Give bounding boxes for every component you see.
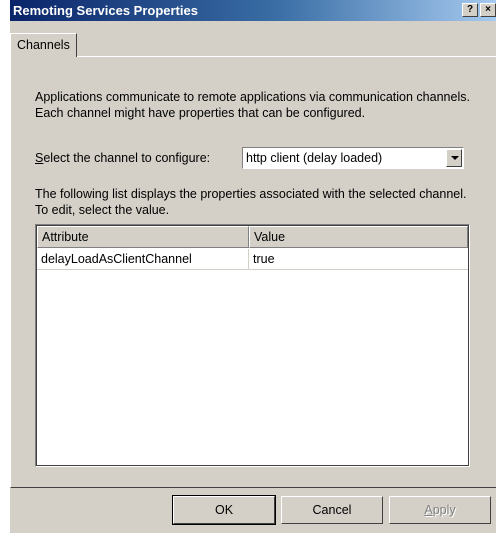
apply-button[interactable]: Apply xyxy=(389,496,491,524)
tab-channels[interactable]: Channels xyxy=(10,33,77,57)
column-header-value[interactable]: Value xyxy=(249,226,468,248)
window-title: Remoting Services Properties xyxy=(13,3,198,18)
apply-button-rest: pply xyxy=(432,503,456,517)
title-bar[interactable]: Remoting Services Properties ? × xyxy=(10,0,496,21)
channel-select[interactable]: http client (delay loaded) xyxy=(242,147,464,169)
apply-button-accel: A xyxy=(424,503,433,517)
channel-select-label: Select the channel to configure: xyxy=(35,151,210,165)
channel-select-value: http client (delay loaded) xyxy=(246,151,383,165)
table-row[interactable]: delayLoadAsClientChannel true xyxy=(37,249,468,270)
cancel-button[interactable]: Cancel xyxy=(281,496,383,524)
row-value-cell[interactable]: true xyxy=(249,249,468,269)
column-header-attribute[interactable]: Attribute xyxy=(37,226,249,248)
properties-list-header: Attribute Value xyxy=(37,226,468,248)
channels-description: Applications communicate to remote appli… xyxy=(35,90,470,120)
properties-list-description: The following list displays the properti… xyxy=(35,187,467,217)
properties-list[interactable]: Attribute Value delayLoadAsClientChannel… xyxy=(35,224,470,467)
chevron-down-icon[interactable] xyxy=(446,149,462,167)
title-buttons: ? × xyxy=(460,3,496,17)
channel-select-label-rest: elect the channel to configure: xyxy=(43,151,211,165)
close-button[interactable]: × xyxy=(480,3,496,17)
row-attribute-cell: delayLoadAsClientChannel xyxy=(37,249,249,269)
ok-button[interactable]: OK xyxy=(172,495,276,525)
help-button[interactable]: ? xyxy=(462,3,478,17)
